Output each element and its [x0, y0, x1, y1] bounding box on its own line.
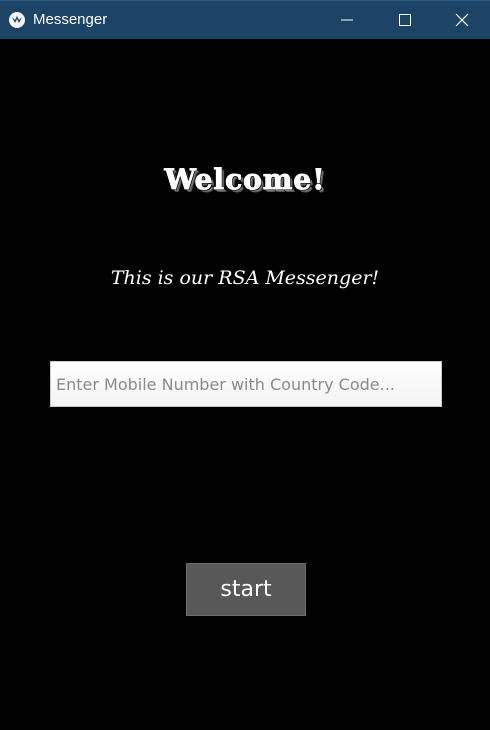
window-title: Messenger — [33, 11, 108, 28]
kivy-logo-icon — [9, 12, 25, 28]
main-content: Welcome! This is our RSA Messenger! star… — [0, 39, 490, 730]
minimize-button[interactable] — [318, 1, 376, 39]
subtitle-text: This is our RSA Messenger! — [110, 267, 380, 289]
minimize-icon — [341, 14, 353, 26]
welcome-heading: Welcome! — [164, 163, 326, 197]
maximize-icon — [399, 14, 411, 26]
maximize-button[interactable] — [376, 1, 434, 39]
close-icon — [455, 13, 469, 27]
close-button[interactable] — [433, 1, 490, 39]
title-bar[interactable]: Messenger — [0, 0, 490, 39]
mobile-number-input[interactable] — [50, 361, 442, 407]
start-button[interactable]: start — [186, 563, 306, 616]
app-window: Messenger Welcome! This is our RSA Messe… — [0, 0, 490, 730]
